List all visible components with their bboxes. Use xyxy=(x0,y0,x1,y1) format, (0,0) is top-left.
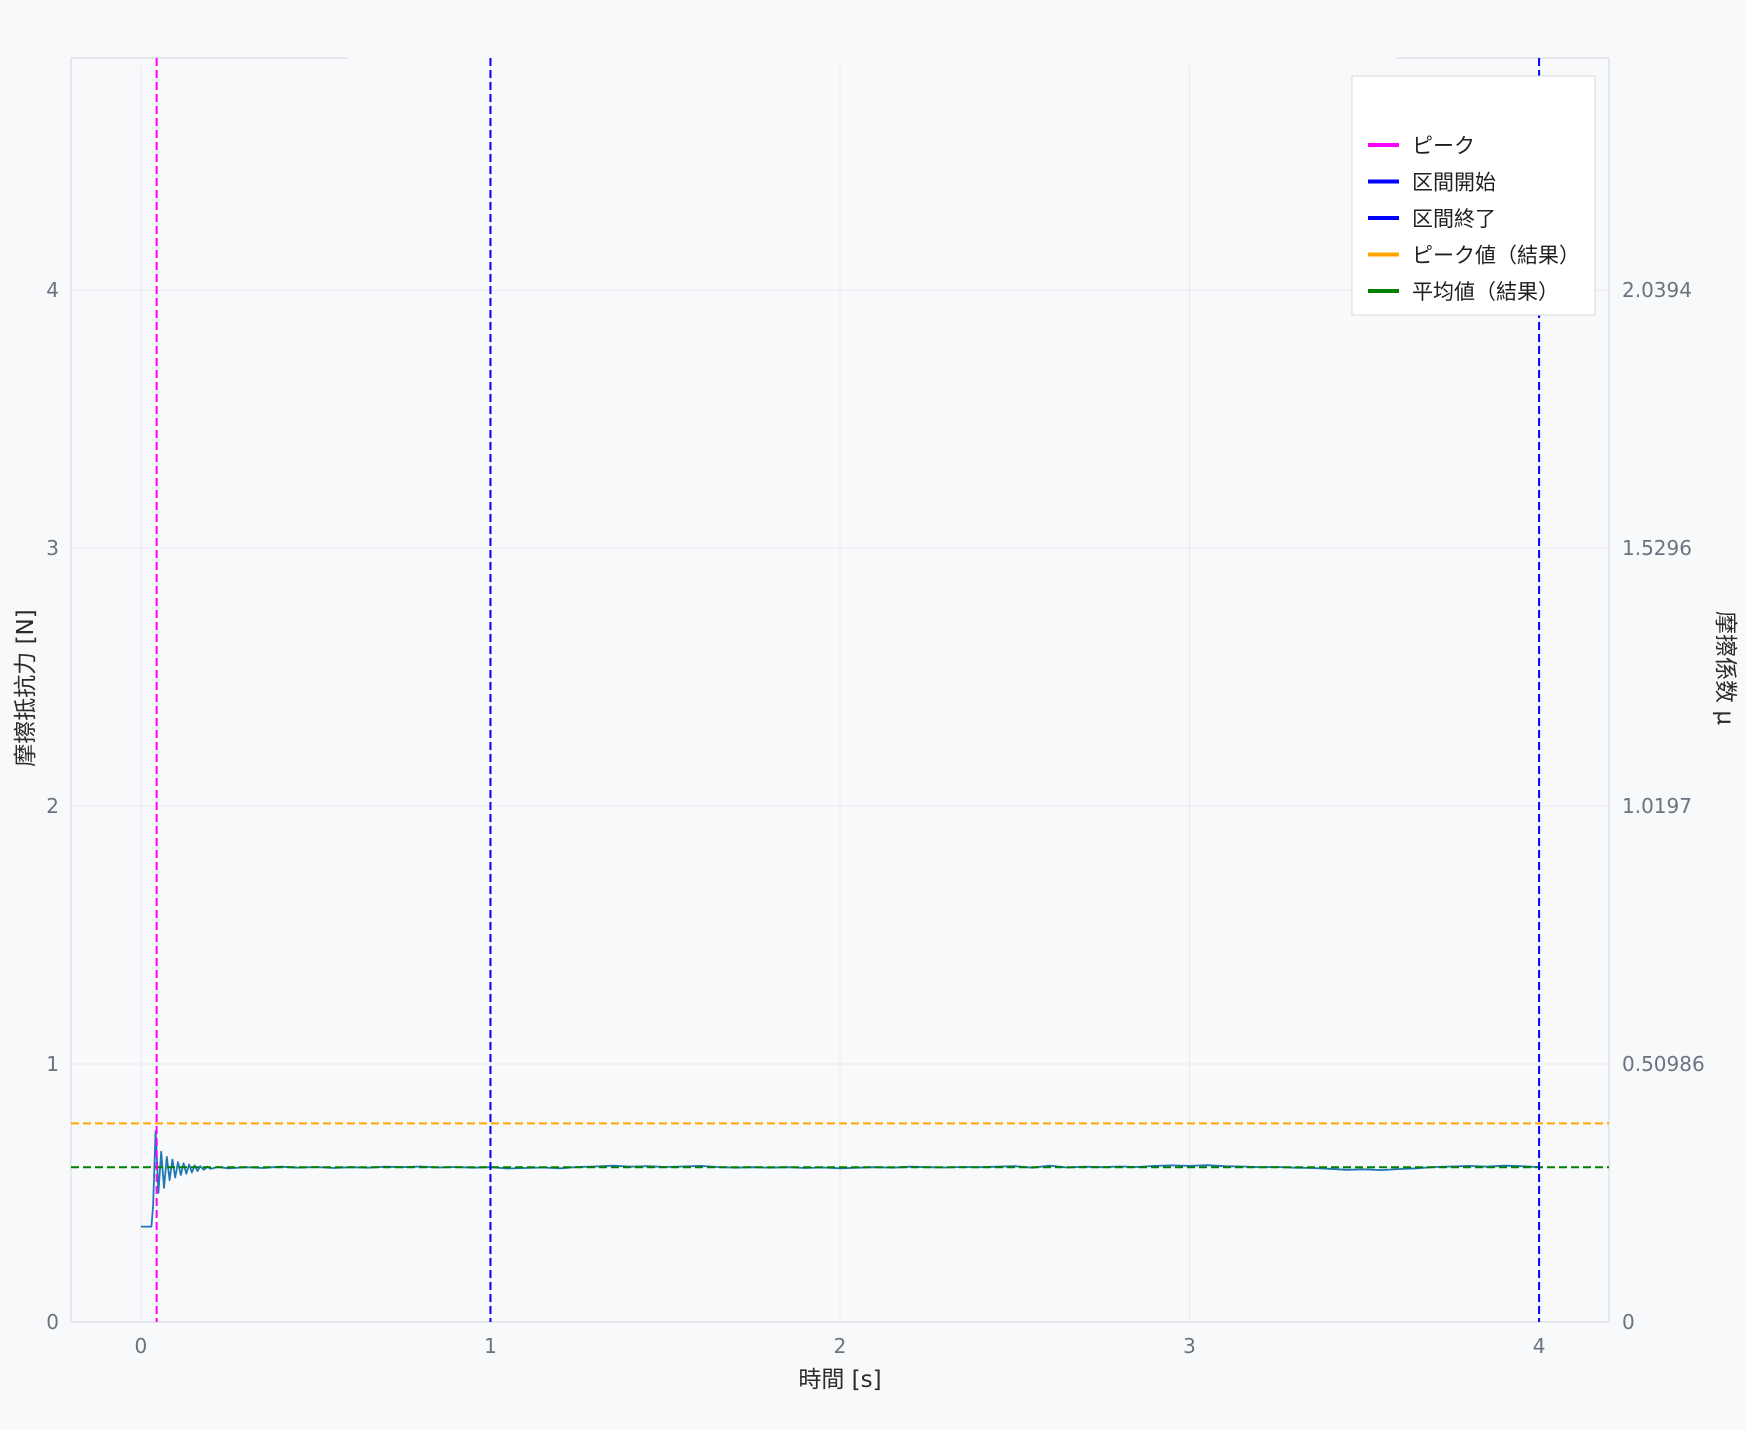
x-tick-label: 4 xyxy=(1533,1334,1546,1358)
y2-tick-label: 0 xyxy=(1622,1310,1635,1334)
x-axis-title: 時間 [s] xyxy=(798,1367,881,1393)
y2-tick-label: 0.50986 xyxy=(1622,1052,1705,1076)
legend-label: 区間開始 xyxy=(1412,171,1496,195)
x-tick-label: 3 xyxy=(1183,1334,1196,1358)
y-tick-label: 2 xyxy=(46,794,59,818)
legend-label: 区間終了 xyxy=(1412,207,1496,231)
x-tick-label: 0 xyxy=(135,1334,148,1358)
y-axis-title: 摩擦抵抗力 [N] xyxy=(13,609,39,766)
legend-label: ピーク値（結果） xyxy=(1412,244,1580,268)
y2-tick-label: 2.0394 xyxy=(1622,278,1692,302)
legend-label: 平均値（結果） xyxy=(1412,280,1559,304)
x-tick-label: 1 xyxy=(484,1334,497,1358)
y2-tick-label: 1.0197 xyxy=(1622,794,1692,818)
legend: ピーク区間開始区間終了ピーク値（結果） 平均値（結果） xyxy=(1351,75,1596,316)
y-tick-label: 3 xyxy=(46,536,59,560)
y-tick-label: 0 xyxy=(46,1310,59,1334)
friction-chart: 0 1 2 3 4 0 1 2 3 4 0 0.50986 1.0197 1.5296 2.0394 時… xyxy=(0,0,1746,1430)
y2-tick-label: 1.5296 xyxy=(1622,536,1692,560)
x-tick-label: 2 xyxy=(834,1334,847,1358)
y2-axis-title: 摩擦係数 μ xyxy=(1712,611,1738,725)
legend-label: ピーク xyxy=(1412,134,1475,158)
y-tick-label: 4 xyxy=(46,278,59,302)
y-tick-label: 1 xyxy=(46,1052,59,1076)
